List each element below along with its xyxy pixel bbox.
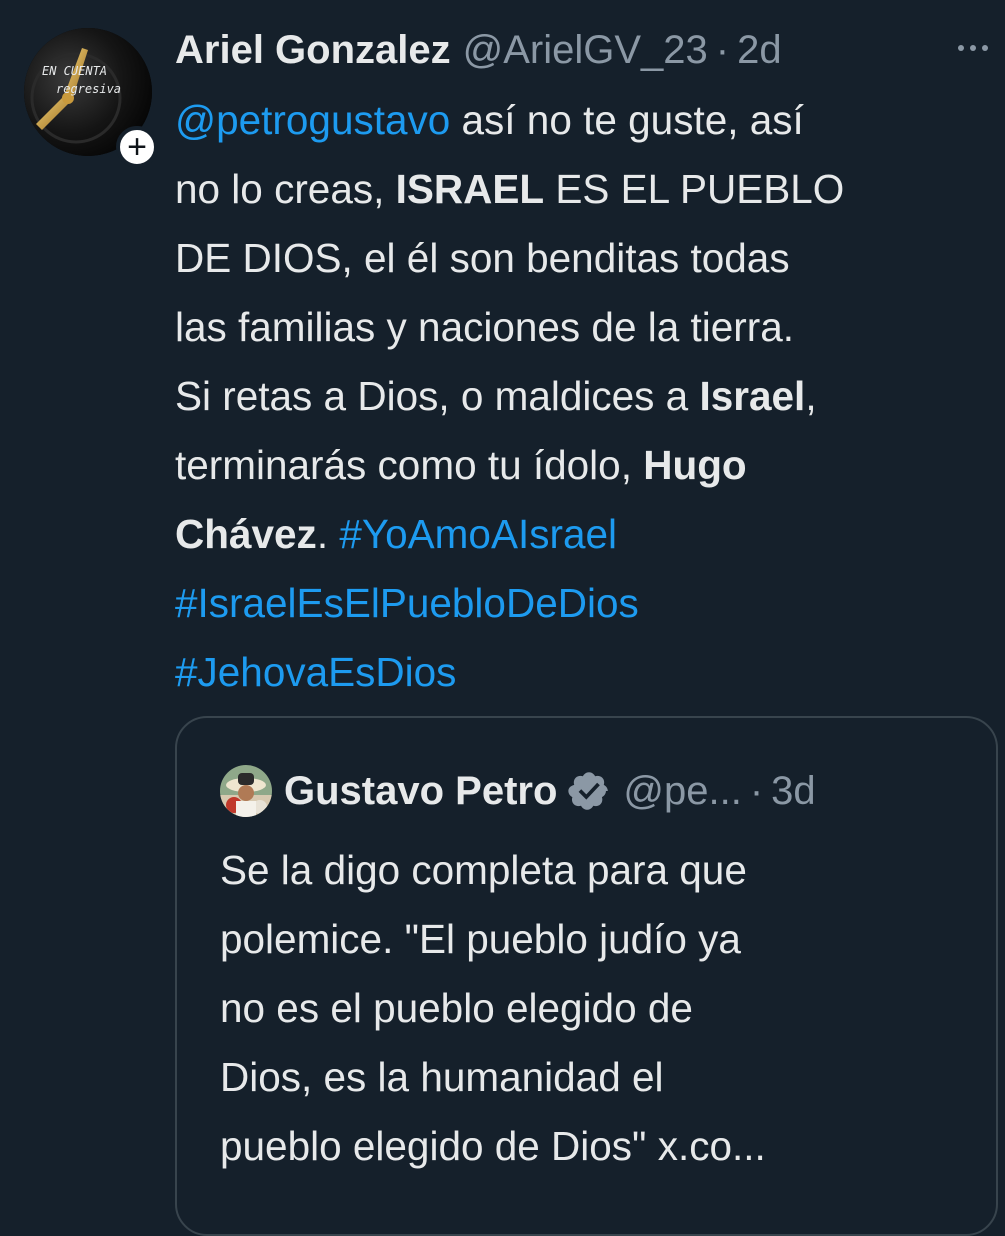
text-segment: no lo creas, (175, 166, 396, 212)
text-segment: terminarás como tu ídolo, (175, 442, 644, 488)
text-segment: así no te guste, así (450, 97, 804, 143)
bold-text: Israel (699, 373, 806, 419)
more-icon[interactable] (958, 36, 998, 60)
tweet-timestamp[interactable]: 2d (737, 28, 782, 73)
text-segment: DE DIOS, el él son benditas todas (175, 235, 790, 281)
quoted-separator-dot: · (749, 768, 764, 813)
tweet-text-line: Chávez. #YoAmoAIsrael (175, 500, 995, 569)
tweet-text-line: Si retas a Dios, o maldices a Israel, (175, 362, 995, 431)
quoted-text-line: no es el pueblo elegido de (220, 985, 693, 1031)
quoted-author-avatar[interactable] (220, 765, 272, 817)
mention-link[interactable]: @petrogustavo (175, 97, 450, 143)
verified-badge-icon (568, 772, 609, 810)
text-segment: . (316, 511, 340, 557)
quoted-text-line: pueblo elegido de Dios" x.co... (220, 1123, 766, 1169)
tweet-text-line: #IsraelEsElPuebloDeDios (175, 569, 995, 638)
quoted-timestamp[interactable]: 3d (771, 769, 816, 814)
avatar-caption-line2: regresiva (56, 82, 122, 96)
quoted-text-line: Se la digo completa para que (220, 847, 747, 893)
bold-text: Hugo (643, 442, 747, 488)
quoted-text-line: polemice. "El pueblo judío ya (220, 916, 741, 962)
quoted-author-name[interactable]: Gustavo Petro (284, 769, 557, 814)
tweet-text: @petrogustavo así no te guste, así no lo … (175, 86, 995, 707)
tweet-text-line: DE DIOS, el él son benditas todas (175, 224, 995, 293)
tweet-text-line: terminarás como tu ídolo, Hugo (175, 431, 995, 500)
text-segment: Si retas a Dios, o maldices a (175, 373, 700, 419)
tweet-text-line: #JehovaEsDios (175, 638, 995, 707)
text-segment: ES EL PUEBLO (544, 166, 845, 212)
author-name[interactable]: Ariel Gonzalez (175, 28, 451, 73)
text-segment: , (805, 373, 817, 419)
quoted-author-handle[interactable]: @pe... (623, 769, 741, 814)
quoted-tweet-header: Gustavo Petro @pe... · 3d (220, 756, 816, 826)
follow-plus-icon[interactable]: + (116, 126, 158, 168)
quoted-avatar-image (220, 765, 272, 817)
separator-dot: · (715, 27, 730, 72)
tweet-text-line: las familias y naciones de la tierra. (175, 293, 995, 362)
avatar-caption-line1: EN CUENTA (42, 64, 108, 78)
text-segment: las familias y naciones de la tierra. (175, 304, 795, 350)
tweet-text-line: @petrogustavo así no te guste, así (175, 86, 995, 155)
hashtag-link[interactable]: #JehovaEsDios (175, 649, 456, 695)
hashtag-link[interactable]: #IsraelEsElPuebloDeDios (175, 580, 639, 626)
quoted-text-line: Dios, es la humanidad el (220, 1054, 664, 1100)
quoted-tweet-text: Se la digo completa para que polemice. "E… (220, 836, 980, 1181)
hashtag-link[interactable]: #YoAmoAIsrael (339, 511, 617, 557)
author-handle[interactable]: @ArielGV_23 (463, 28, 708, 73)
tweet-header: Ariel Gonzalez @ArielGV_23 · 2d (175, 22, 782, 78)
tweet-text-line: no lo creas, ISRAEL ES EL PUEBLO (175, 155, 995, 224)
bold-text: ISRAEL (395, 166, 545, 212)
bold-text: Chávez (175, 511, 317, 557)
